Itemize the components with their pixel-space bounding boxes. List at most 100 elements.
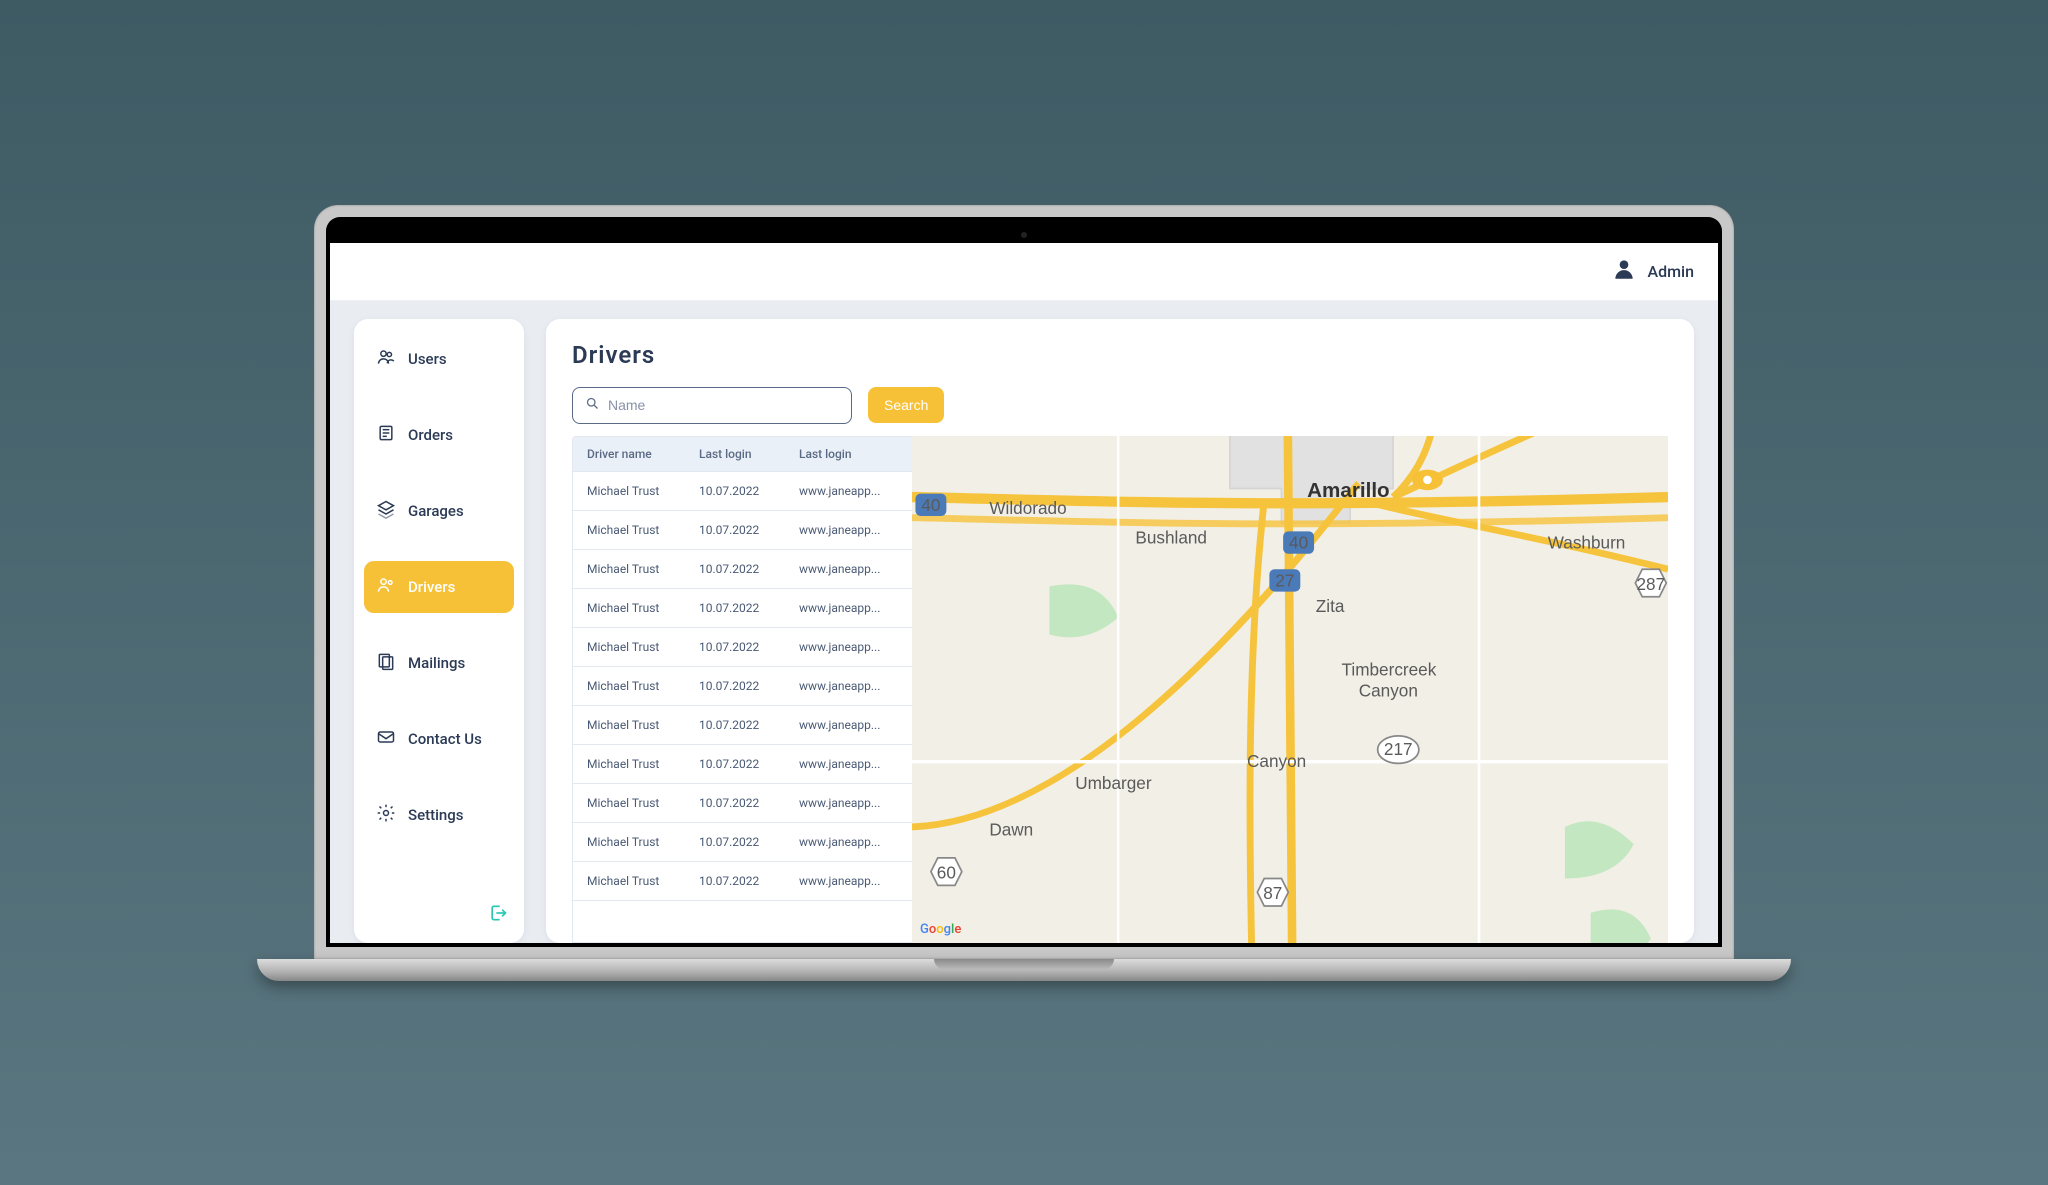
user-label: Admin <box>1647 262 1694 281</box>
svg-text:Wildorado: Wildorado <box>989 498 1066 518</box>
sidebar-item-orders[interactable]: Orders <box>364 409 514 461</box>
table-row[interactable]: Michael Trust10.07.2022www.janeapp... <box>573 706 912 745</box>
sidebar-item-label: Users <box>408 350 447 368</box>
svg-text:Washburn: Washburn <box>1548 532 1626 552</box>
sidebar: Users Orders Garages Drivers <box>354 319 524 943</box>
map-pane[interactable]: 40 40 27 136 287 217 60 87 Amarillo <box>912 436 1668 943</box>
cell-login: 10.07.2022 <box>699 874 799 888</box>
svg-text:40: 40 <box>1289 532 1308 552</box>
svg-text:40: 40 <box>921 494 940 514</box>
cell-login: 10.07.2022 <box>699 484 799 498</box>
sidebar-item-label: Orders <box>408 426 453 444</box>
cell-name: Michael Trust <box>587 523 699 537</box>
search-icon <box>585 396 600 415</box>
cell-login: 10.07.2022 <box>699 523 799 537</box>
cell-url: www.janeapp... <box>799 640 898 654</box>
route-shield-40-icon: 40 <box>915 493 946 515</box>
sidebar-item-label: Garages <box>408 502 464 520</box>
sidebar-item-settings[interactable]: Settings <box>364 789 514 841</box>
cell-login: 10.07.2022 <box>699 679 799 693</box>
svg-text:Canyon: Canyon <box>1359 680 1418 700</box>
sidebar-item-users[interactable]: Users <box>364 333 514 385</box>
main-panel: Drivers Search Driver name <box>546 319 1694 943</box>
logout-icon[interactable] <box>488 903 508 927</box>
search-input[interactable] <box>608 397 839 413</box>
sidebar-item-garages[interactable]: Garages <box>364 485 514 537</box>
table-row[interactable]: Michael Trust10.07.2022www.janeapp... <box>573 589 912 628</box>
cell-url: www.janeapp... <box>799 523 898 537</box>
cell-url: www.janeapp... <box>799 718 898 732</box>
svg-text:Umbarger: Umbarger <box>1075 773 1152 793</box>
table-row[interactable]: Michael Trust10.07.2022www.janeapp... <box>573 550 912 589</box>
table-row[interactable]: Michael Trust10.07.2022www.janeapp... <box>573 862 912 901</box>
table-row[interactable]: Michael Trust10.07.2022www.janeapp... <box>573 745 912 784</box>
eye-icon <box>1412 469 1443 490</box>
route-shield-87-icon: 87 <box>1257 878 1288 905</box>
table-row[interactable]: Michael Trust10.07.2022www.janeapp... <box>573 511 912 550</box>
cell-url: www.janeapp... <box>799 679 898 693</box>
sidebar-item-contact[interactable]: Contact Us <box>364 713 514 765</box>
table-row[interactable]: Michael Trust10.07.2022www.janeapp... <box>573 784 912 823</box>
workspace: Users Orders Garages Drivers <box>330 301 1718 943</box>
laptop-mockup: Admin Users Orders <box>314 205 1734 981</box>
app-header: Admin <box>330 243 1718 301</box>
garages-icon <box>376 499 396 523</box>
route-shield-27-icon: 27 <box>1269 569 1300 591</box>
svg-text:Zita: Zita <box>1316 596 1345 616</box>
table-row[interactable]: Michael Trust10.07.2022www.janeapp... <box>573 823 912 862</box>
search-button[interactable]: Search <box>868 387 944 423</box>
sidebar-item-mailings[interactable]: Mailings <box>364 637 514 689</box>
svg-text:Canyon: Canyon <box>1247 750 1306 770</box>
mailings-icon <box>376 651 396 675</box>
search-row: Search <box>572 387 1668 424</box>
cell-login: 10.07.2022 <box>699 796 799 810</box>
drivers-table: Driver name Last login Last login Michae… <box>572 436 912 943</box>
svg-text:Dawn: Dawn <box>989 819 1033 839</box>
drivers-icon <box>376 575 396 599</box>
cell-name: Michael Trust <box>587 679 699 693</box>
svg-text:Timbercreek: Timbercreek <box>1342 659 1437 679</box>
cell-login: 10.07.2022 <box>699 601 799 615</box>
table-body: Michael Trust10.07.2022www.janeapp...Mic… <box>573 472 912 942</box>
envelope-icon <box>376 727 396 751</box>
sidebar-item-label: Drivers <box>408 578 455 596</box>
user-menu[interactable]: Admin <box>1611 256 1694 286</box>
search-box[interactable] <box>572 387 852 424</box>
cell-url: www.janeapp... <box>799 835 898 849</box>
cell-name: Michael Trust <box>587 562 699 576</box>
cell-url: www.janeapp... <box>799 874 898 888</box>
cell-login: 10.07.2022 <box>699 835 799 849</box>
cell-name: Michael Trust <box>587 640 699 654</box>
route-shield-217-icon: 217 <box>1378 735 1419 762</box>
user-icon <box>1611 256 1637 286</box>
users-icon <box>376 347 396 371</box>
cell-name: Michael Trust <box>587 835 699 849</box>
route-shield-60-icon: 60 <box>931 857 962 884</box>
table-row[interactable]: Michael Trust10.07.2022www.janeapp... <box>573 472 912 511</box>
table-row[interactable]: Michael Trust10.07.2022www.janeapp... <box>573 628 912 667</box>
svg-text:87: 87 <box>1263 883 1282 903</box>
route-shield-287-icon: 287 <box>1635 569 1666 596</box>
table-row[interactable]: Michael Trust10.07.2022www.janeapp... <box>573 667 912 706</box>
col-header-login: Last login <box>699 447 799 461</box>
svg-text:Amarillo: Amarillo <box>1307 479 1389 502</box>
cell-name: Michael Trust <box>587 796 699 810</box>
orders-icon <box>376 423 396 447</box>
svg-text:287: 287 <box>1636 573 1665 593</box>
sidebar-item-drivers[interactable]: Drivers <box>364 561 514 613</box>
col-header-url: Last login <box>799 447 898 461</box>
svg-text:Bushland: Bushland <box>1135 527 1207 547</box>
page-title: Drivers <box>572 341 1668 369</box>
content-row: Driver name Last login Last login Michae… <box>572 436 1668 943</box>
table-header: Driver name Last login Last login <box>573 437 912 472</box>
svg-text:27: 27 <box>1275 570 1294 590</box>
app-viewport: Admin Users Orders <box>330 243 1718 943</box>
map-attribution: Google <box>920 922 961 937</box>
sidebar-item-label: Settings <box>408 806 464 824</box>
cell-login: 10.07.2022 <box>699 718 799 732</box>
cell-url: www.janeapp... <box>799 484 898 498</box>
cell-login: 10.07.2022 <box>699 640 799 654</box>
cell-url: www.janeapp... <box>799 562 898 576</box>
col-header-name: Driver name <box>587 447 699 461</box>
cell-login: 10.07.2022 <box>699 562 799 576</box>
